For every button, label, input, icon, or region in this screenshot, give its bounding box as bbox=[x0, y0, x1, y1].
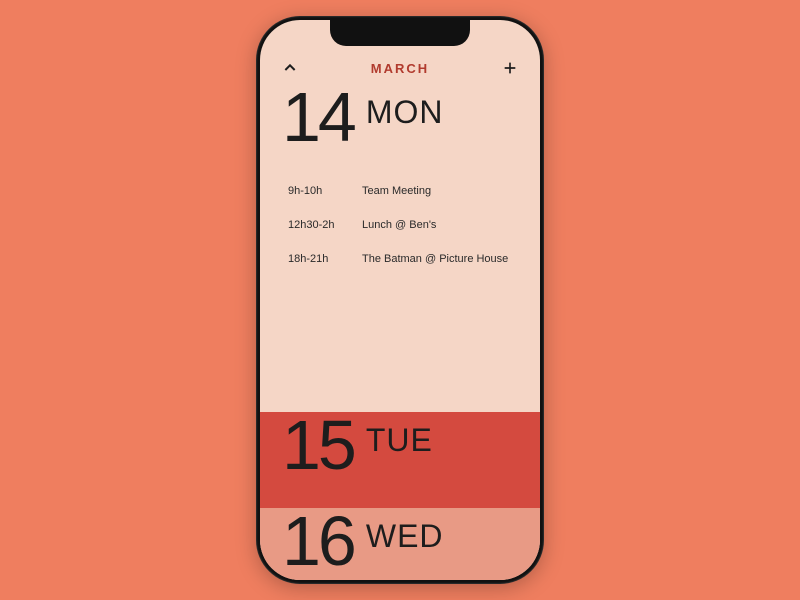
day-section-tomorrow[interactable]: 15 TUE bbox=[260, 412, 540, 508]
day-number: 16 bbox=[282, 514, 354, 569]
back-button[interactable] bbox=[282, 60, 298, 76]
phone-screen: MARCH 14 MON bbox=[260, 20, 540, 580]
day-header: 15 TUE bbox=[288, 418, 540, 473]
day-section-after[interactable]: 16 WED bbox=[260, 508, 540, 580]
event-title: Team Meeting bbox=[362, 185, 431, 197]
event-time: 18h-21h bbox=[288, 253, 348, 265]
phone-notch bbox=[330, 20, 470, 46]
event-item[interactable]: 12h30-2h Lunch @ Ben's bbox=[288, 219, 540, 231]
day-header: 14 MON bbox=[288, 90, 540, 145]
events-list: 9h-10h Team Meeting 12h30-2h Lunch @ Ben… bbox=[288, 185, 540, 265]
day-section-today[interactable]: 14 MON 9h-10h Team Meeting 12h30-2h Lunc… bbox=[260, 80, 540, 412]
event-item[interactable]: 9h-10h Team Meeting bbox=[288, 185, 540, 197]
day-number: 15 bbox=[282, 418, 354, 473]
app-screen: MARCH 14 MON bbox=[260, 20, 540, 580]
event-time: 9h-10h bbox=[288, 185, 348, 197]
day-weekday: MON bbox=[366, 94, 444, 131]
day-number: 14 bbox=[282, 90, 354, 145]
plus-icon bbox=[502, 60, 518, 76]
day-weekday: WED bbox=[366, 518, 444, 555]
chevron-up-icon bbox=[282, 60, 298, 76]
day-weekday: TUE bbox=[366, 422, 433, 459]
event-title: Lunch @ Ben's bbox=[362, 219, 436, 231]
day-header: 16 WED bbox=[288, 514, 540, 569]
event-time: 12h30-2h bbox=[288, 219, 348, 231]
month-label[interactable]: MARCH bbox=[371, 61, 429, 76]
phone-frame: MARCH 14 MON bbox=[256, 16, 544, 584]
event-item[interactable]: 18h-21h The Batman @ Picture House bbox=[288, 253, 540, 265]
add-event-button[interactable] bbox=[502, 60, 518, 76]
event-title: The Batman @ Picture House bbox=[362, 253, 508, 265]
